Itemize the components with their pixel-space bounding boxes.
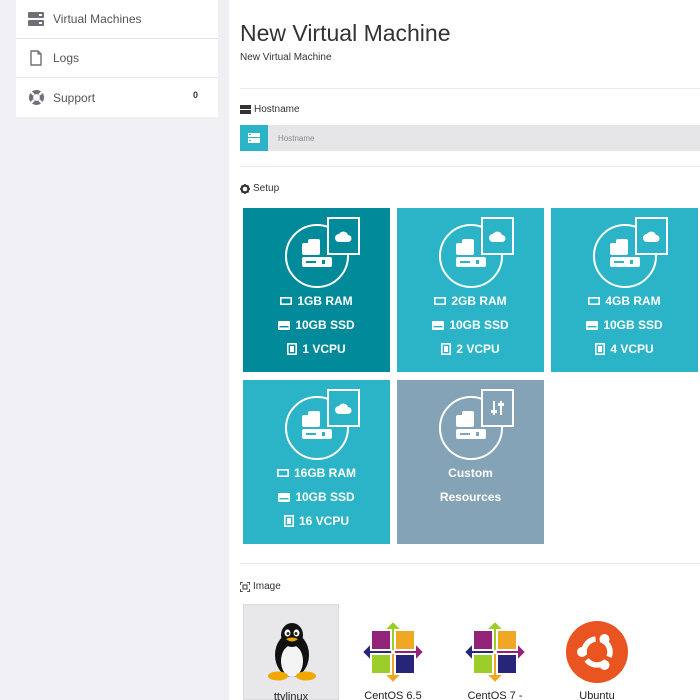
plan-disk: 10GB SSD (295, 318, 355, 332)
cloud-badge (327, 217, 360, 255)
cpu-icon (287, 343, 298, 355)
image-option-label: ttylinux (273, 691, 309, 700)
divider (240, 563, 700, 564)
server-icon (240, 125, 268, 151)
hdd-icon (586, 320, 599, 330)
cloud-icon (643, 231, 660, 242)
sidebar-item-support[interactable]: Support 0 (16, 78, 218, 117)
cpu-icon (283, 515, 294, 527)
hdd-icon (278, 320, 291, 330)
sidebar-item-label: Virtual Machines (53, 12, 142, 26)
plan-cpu: 4 VCPU (610, 342, 654, 356)
cloud-badge (327, 389, 360, 427)
memory-icon (276, 469, 289, 477)
plan-tile-2gb[interactable]: 2GB RAM 10GB SSD 2 VCPU (397, 208, 544, 372)
plan-cpu: 16 VCPU (298, 514, 350, 528)
cpu-icon (441, 343, 452, 355)
sidebar-item-label: Support (53, 90, 96, 105)
centos-logo-icon (363, 622, 423, 682)
plan-disk: 10GB SSD (449, 318, 509, 332)
image-option-label: Ubuntu (579, 690, 615, 700)
cloud-icon (335, 231, 352, 242)
hostname-input[interactable] (268, 125, 700, 151)
sidebar-item-label: Logs (53, 51, 80, 65)
custom-label-line2: Resources (439, 490, 502, 504)
setup-section-label: Setup (240, 183, 279, 194)
sidebar-item-logs[interactable]: Logs (16, 39, 218, 78)
cloud-badge (481, 217, 514, 255)
plan-ram: 1GB RAM (297, 294, 353, 308)
sidebar: Virtual Machines Logs Support 0 (0, 0, 229, 700)
plan-tile-4gb[interactable]: 4GB RAM 10GB SSD 4 VCPU (551, 208, 698, 372)
support-count-badge: 0 (192, 90, 198, 100)
hostname-input-group (240, 125, 700, 151)
page-subtitle: New Virtual Machine (240, 52, 332, 63)
file-icon (27, 49, 45, 67)
custom-label-line1: Custom (448, 466, 493, 480)
ubuntu-logo-icon (566, 621, 628, 683)
server-icon (27, 10, 45, 28)
hdd-icon (432, 320, 445, 330)
page-title: New Virtual Machine (240, 20, 451, 46)
image-option-label: CentOS 6.5 (364, 690, 422, 700)
image-option-ttylinux[interactable]: ttylinux (243, 604, 339, 700)
cpu-icon (595, 343, 606, 355)
cloud-badge (635, 217, 668, 255)
plan-cpu: 1 VCPU (302, 342, 346, 356)
memory-icon (588, 297, 601, 305)
plan-ram: 4GB RAM (605, 294, 661, 308)
main-content: New Virtual Machine New Virtual Machine … (229, 0, 700, 700)
sidebar-item-virtual-machines[interactable]: Virtual Machines (16, 0, 218, 39)
image-option-label: CentOS 7 - (467, 690, 523, 700)
sidebar-menu: Virtual Machines Logs Support 0 (16, 0, 218, 117)
plan-tile-custom[interactable]: Custom Resources (397, 380, 544, 544)
plan-tile-1gb[interactable]: 1GB RAM 10GB SSD 1 VCPU (243, 208, 390, 372)
plan-ram: 2GB RAM (451, 294, 507, 308)
plan-disk: 10GB SSD (603, 318, 663, 332)
sliders-badge (481, 389, 514, 427)
sliders-icon (490, 401, 504, 415)
gear-icon (240, 183, 250, 194)
cloud-icon (335, 403, 352, 414)
image-option-centos-6-5[interactable]: CentOS 6.5 (345, 604, 441, 700)
divider (240, 166, 700, 167)
memory-icon (434, 297, 447, 305)
server-icon (240, 105, 251, 114)
plan-tile-16gb[interactable]: 16GB RAM 10GB SSD 16 VCPU (243, 380, 390, 544)
expand-icon (240, 581, 250, 592)
centos-logo-icon (465, 622, 525, 682)
lifebuoy-icon (27, 89, 45, 107)
memory-icon (280, 297, 293, 305)
tux-penguin-icon (268, 623, 316, 681)
plan-cpu: 2 VCPU (456, 342, 500, 356)
image-option-ubuntu[interactable]: Ubuntu (549, 604, 645, 700)
hostname-section-label: Hostname (240, 104, 300, 115)
plan-ram: 16GB RAM (293, 466, 356, 480)
plan-disk: 10GB SSD (295, 490, 355, 504)
divider (240, 88, 700, 89)
cloud-icon (489, 231, 506, 242)
image-option-centos-7[interactable]: CentOS 7 - (447, 604, 543, 700)
hdd-icon (278, 492, 291, 502)
image-section-label: Image (240, 581, 281, 592)
